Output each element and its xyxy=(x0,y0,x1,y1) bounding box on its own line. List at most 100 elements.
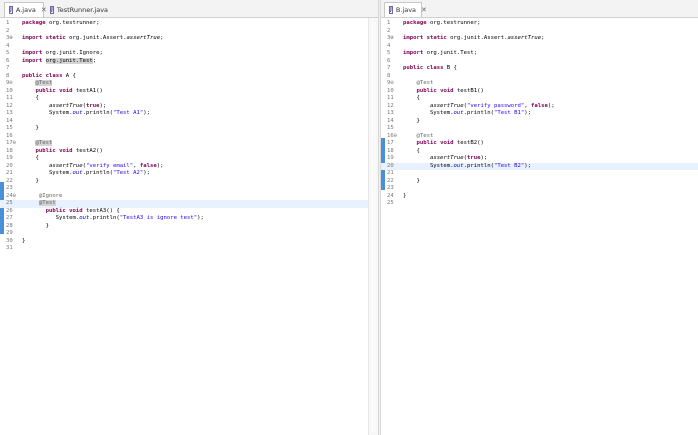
line-number: 11 xyxy=(387,95,394,101)
tab-a-java[interactable]: J A.java ✕ xyxy=(4,2,47,17)
code-text: @Test xyxy=(35,140,53,146)
scrollbar-thumb[interactable] xyxy=(371,22,376,432)
code-line[interactable]: 17 public void testB2() xyxy=(381,140,698,148)
code-line[interactable]: 3⊕ import static org.junit.Assert.assertT… xyxy=(0,35,368,43)
code-line[interactable]: 1 package org.testrunner; xyxy=(0,20,368,28)
code-line[interactable]: 21 System.out.println("Test A2"); xyxy=(0,170,368,178)
right-editor-pane: J B.java ✕ 1 package org.testrunner; 2 3⊕ im… xyxy=(381,0,698,435)
code-line[interactable]: 22 } xyxy=(0,178,368,186)
line-number: 5 xyxy=(387,50,391,56)
code-line[interactable]: 21 xyxy=(381,170,698,178)
code-line[interactable]: 25 @Test xyxy=(0,200,368,208)
code-line[interactable]: 5 import org.junit.Ignore; xyxy=(0,50,368,58)
code-line[interactable]: 19 assertTrue(true); xyxy=(381,155,698,163)
tab-b-java[interactable]: J B.java ✕ xyxy=(384,2,427,17)
code-line[interactable]: 7 public class B { xyxy=(381,65,698,73)
code-line[interactable]: 26 public void testA3() { xyxy=(0,208,368,216)
code-line[interactable]: 24⊖ @Ignore xyxy=(0,193,368,201)
code-line[interactable]: 7 xyxy=(0,65,368,73)
line-number: 16 xyxy=(6,132,13,139)
line-number: 28 xyxy=(6,222,13,229)
code-text: public void testB1() xyxy=(416,87,484,94)
code-line[interactable]: 9⊖ @Test xyxy=(0,80,368,88)
code-line[interactable]: 14 } xyxy=(381,118,698,126)
code-text: @Test xyxy=(38,200,56,206)
code-line[interactable]: 17⊖ @Test xyxy=(0,140,368,148)
code-line[interactable]: 24} xyxy=(381,193,698,201)
line-number: 7 xyxy=(6,65,10,71)
code-line[interactable]: 29 xyxy=(0,230,368,238)
code-line[interactable]: 23 xyxy=(381,185,698,193)
code-text: } xyxy=(403,117,420,124)
line-number: 19 xyxy=(6,155,13,161)
code-line[interactable]: 3⊕ import static org.junit.Assert.assertT… xyxy=(381,35,698,43)
code-line[interactable]: 13 System.out.println("Test A1"); xyxy=(0,110,368,118)
line-number: 4 xyxy=(6,42,10,49)
code-line[interactable]: 25 xyxy=(381,200,698,208)
line-number: 14 xyxy=(6,117,13,124)
code-line[interactable]: 11 { xyxy=(381,95,698,103)
code-line[interactable]: 9⊖ @Test xyxy=(381,80,698,88)
code-line[interactable]: 2 xyxy=(0,28,368,36)
code-line[interactable]: 6 xyxy=(381,58,698,66)
code-line[interactable]: 10 public void testB1() xyxy=(381,88,698,96)
code-text: } xyxy=(22,222,49,229)
code-line[interactable]: 18 public void testA2() xyxy=(0,148,368,156)
code-editor-a[interactable]: 1 package org.testrunner; 2 3⊕ import static… xyxy=(0,18,368,435)
code-line[interactable]: 27 System.out.println("TestA3 is ignore … xyxy=(0,215,368,223)
line-number: 17 xyxy=(387,140,394,146)
line-number: 18 xyxy=(6,147,13,154)
code-line[interactable]: 30} xyxy=(0,238,368,246)
code-line[interactable]: 11 { xyxy=(0,95,368,103)
code-line[interactable]: 20 System.out.println("Test B2"); xyxy=(381,162,698,170)
code-line[interactable]: 5 import org.junit.Test; xyxy=(381,50,698,58)
code-line[interactable]: 10 public void testA1() xyxy=(0,88,368,96)
code-text: package org.testrunner; xyxy=(22,20,100,26)
line-number: 6 xyxy=(387,57,391,64)
vertical-scrollbar[interactable] xyxy=(368,18,378,435)
code-line[interactable]: 13 System.out.println("Test B1"); xyxy=(381,110,698,118)
code-line[interactable]: 20 assertTrue("verify email", false); xyxy=(0,163,368,171)
code-line[interactable]: 2 xyxy=(381,28,698,36)
code-line[interactable]: 12 assertTrue("verify password", false); xyxy=(381,103,698,111)
code-line[interactable]: 1 package org.testrunner; xyxy=(381,20,698,28)
code-line[interactable]: 19 { xyxy=(0,155,368,163)
code-line[interactable]: 31 xyxy=(0,245,368,253)
code-line[interactable]: 4 xyxy=(0,43,368,51)
line-number: 25 xyxy=(387,200,394,206)
code-line[interactable]: 15 } xyxy=(0,125,368,133)
code-line[interactable]: 8 public class A { xyxy=(0,73,368,81)
line-number: 6 xyxy=(6,57,10,64)
line-number: 14 xyxy=(387,117,394,124)
code-text: public void testB2() xyxy=(416,140,484,146)
line-number: 8 xyxy=(387,72,391,79)
code-text: import static org.junit.Assert.assertTru… xyxy=(22,35,164,41)
code-line[interactable]: 23 xyxy=(0,185,368,193)
code-line[interactable]: 6 import org.junit.Test; xyxy=(0,57,368,66)
line-number: 17⊖ xyxy=(6,140,17,146)
code-line[interactable]: 12 assertTrue(true); xyxy=(0,103,368,111)
code-line[interactable]: 18 { xyxy=(381,148,698,156)
line-number: 22 xyxy=(387,177,394,184)
line-number: 5 xyxy=(6,50,10,56)
code-line[interactable]: 8 xyxy=(381,73,698,81)
code-line[interactable]: 22 } xyxy=(381,178,698,186)
java-file-icon: J xyxy=(50,5,54,14)
line-number: 12 xyxy=(6,102,13,109)
line-number: 21 xyxy=(6,170,13,176)
code-line[interactable]: 28 } xyxy=(0,223,368,231)
line-number: 1 xyxy=(6,20,10,26)
code-text: { xyxy=(403,147,420,154)
code-line[interactable]: 4 xyxy=(381,43,698,51)
code-line[interactable]: 16⊖ @Test xyxy=(381,133,698,141)
code-line[interactable]: 14 xyxy=(0,118,368,126)
line-number: 22 xyxy=(6,177,13,184)
code-line[interactable]: 15 xyxy=(381,125,698,133)
close-icon[interactable]: ✕ xyxy=(421,6,427,14)
tab-testrunner-java[interactable]: J TestRunner.java xyxy=(46,2,108,17)
code-editor-b[interactable]: 1 package org.testrunner; 2 3⊕ import static… xyxy=(381,18,698,435)
line-number: 3⊕ xyxy=(6,35,13,41)
code-line[interactable]: 16 xyxy=(0,133,368,141)
code-text: } xyxy=(403,177,420,184)
line-number: 4 xyxy=(387,42,391,49)
